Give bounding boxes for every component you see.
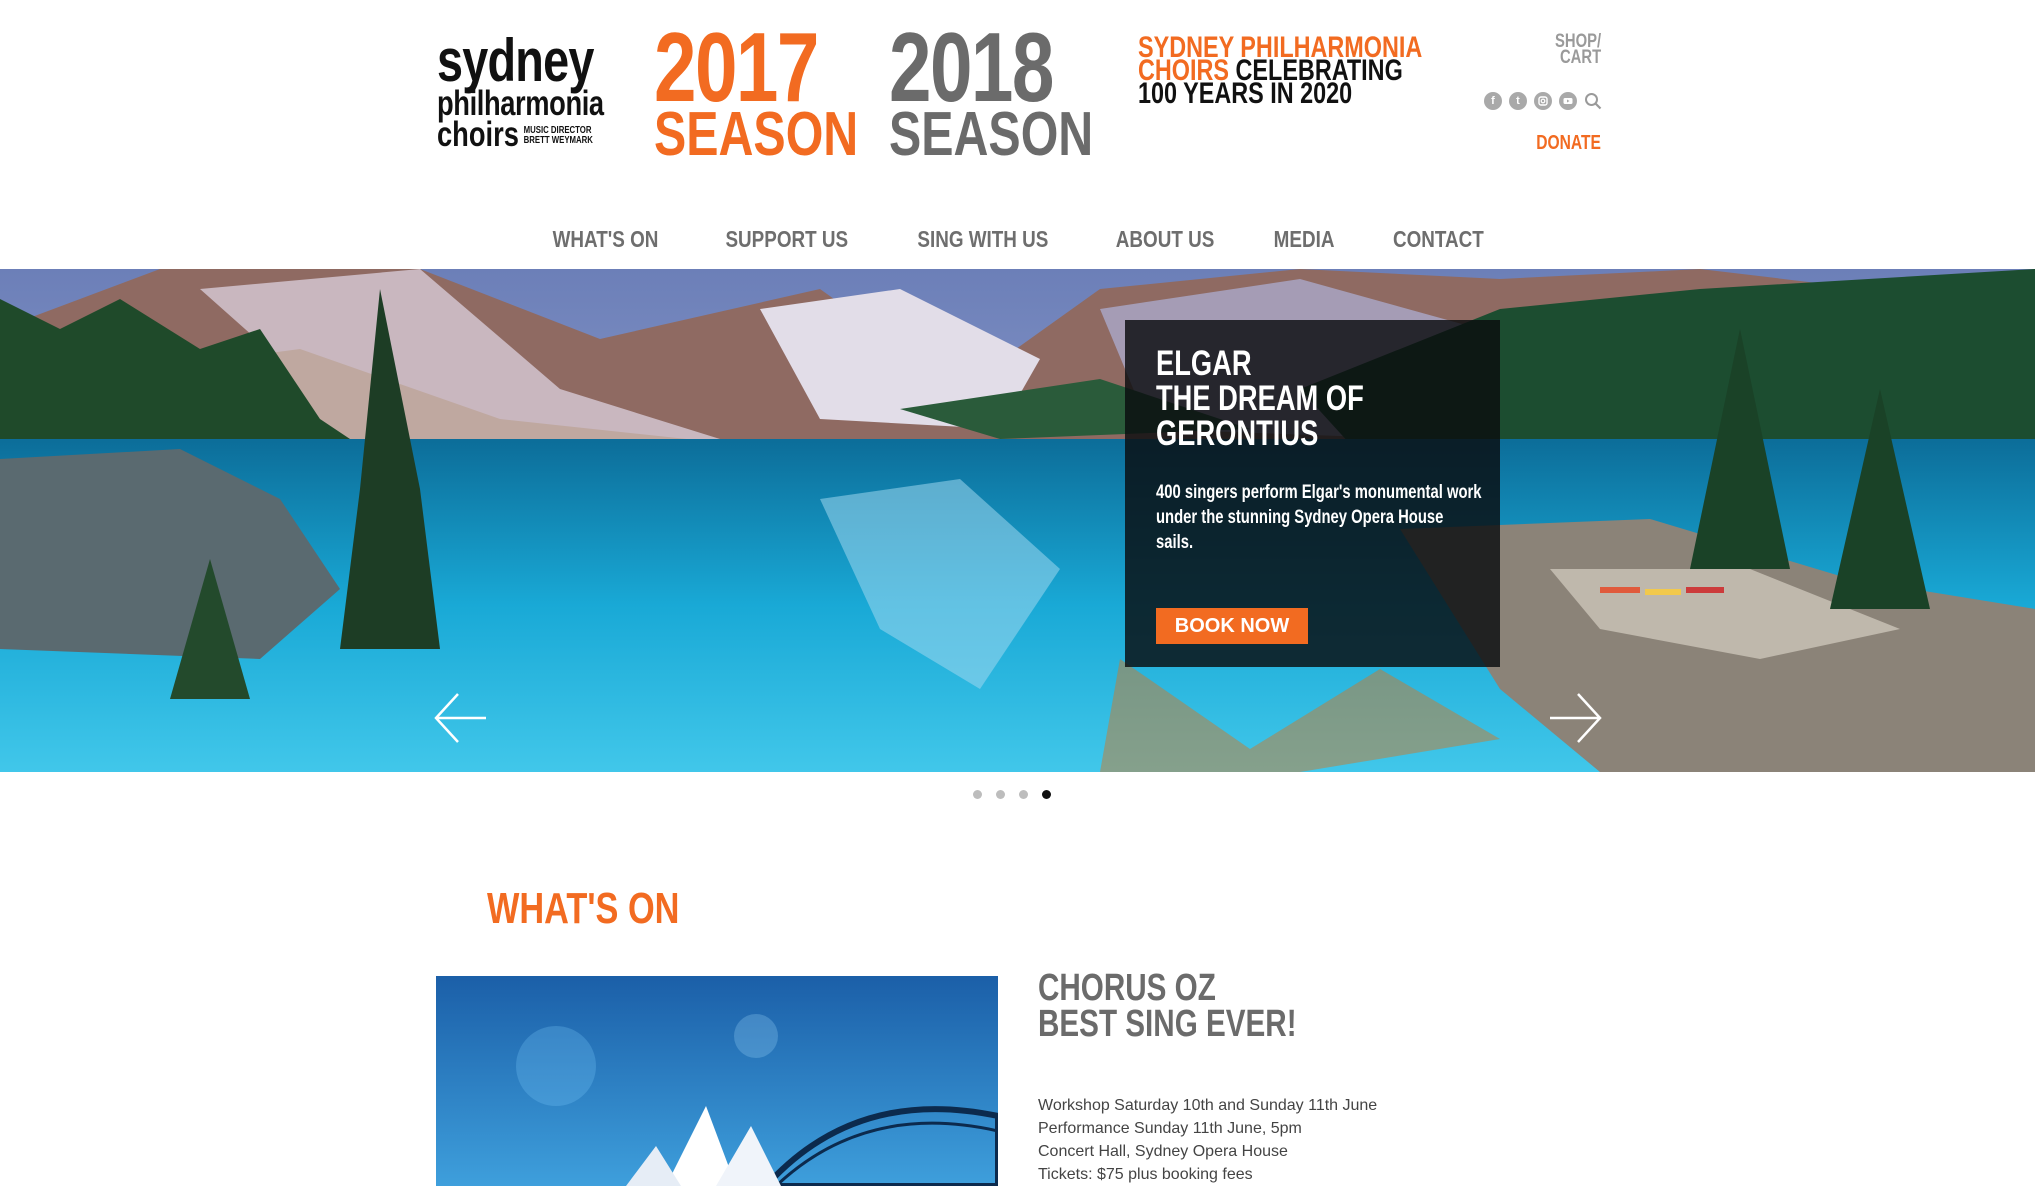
season-label: SEASON: [654, 100, 859, 169]
hero-title: ELGAR THE DREAM OF GERONTIUS: [1156, 346, 1422, 451]
music-director-name: BRETT WEYMARK: [523, 135, 593, 146]
main-nav: WHAT'S ON SUPPORT US SING WITH US ABOUT …: [0, 226, 2035, 253]
social-links: f t: [1484, 92, 1602, 110]
hero-title-line: GERONTIUS: [1156, 414, 1319, 453]
season-2017-link[interactable]: 2017 SEASON: [654, 12, 916, 169]
instagram-icon[interactable]: [1534, 92, 1552, 110]
youtube-icon[interactable]: [1559, 92, 1577, 110]
next-slide-arrow-icon[interactable]: [1548, 690, 1604, 746]
donate-link[interactable]: DONATE: [1518, 132, 1601, 155]
hero-slideshow: [0, 269, 2035, 772]
nav-item-whats-on[interactable]: WHAT'S ON: [520, 226, 691, 253]
event-detail-line: Tickets: $75 plus booking fees: [1038, 1166, 1253, 1183]
donate-label: DONATE: [1536, 132, 1601, 154]
event-detail-line: Performance Sunday 11th June, 5pm: [1038, 1120, 1302, 1137]
hero-lake-image: [0, 269, 2035, 772]
slide-indicators: [973, 790, 1051, 799]
twitter-icon[interactable]: t: [1509, 92, 1527, 110]
book-now-button[interactable]: BOOK NOW: [1156, 608, 1308, 644]
site-logo[interactable]: sydney philharmonia choirs MUSIC DIRECTOR…: [437, 27, 637, 154]
hero-description-text: 400 singers perform Elgar's monumental w…: [1156, 482, 1482, 553]
slide-dot-active[interactable]: [1042, 790, 1051, 799]
nav-item-sing-with-us[interactable]: SING WITH US: [882, 226, 1084, 253]
season-2018-link[interactable]: 2018 SEASON: [889, 12, 1151, 169]
slide-dot[interactable]: [1019, 790, 1028, 799]
hero-caption: ELGAR THE DREAM OF GERONTIUS 400 singers…: [1125, 320, 1500, 667]
nav-label: SING WITH US: [917, 226, 1049, 252]
search-icon[interactable]: [1584, 92, 1602, 110]
shop-cart-link[interactable]: SHOP/ CART: [1542, 32, 1601, 68]
nav-label: ABOUT US: [1115, 226, 1215, 252]
logo-line-3: choirs MUSIC DIRECTOR BRETT WEYMARK: [437, 117, 604, 152]
event-title-line: BEST SING EVER!: [1038, 1003, 1297, 1045]
logo-line-3-text: choirs: [437, 115, 519, 154]
facebook-icon[interactable]: f: [1484, 92, 1502, 110]
nav-label: MEDIA: [1273, 226, 1335, 252]
event-title-line: CHORUS OZ: [1038, 967, 1216, 1009]
nav-item-support-us[interactable]: SUPPORT US: [691, 226, 883, 253]
centenary-banner[interactable]: SYDNEY PHILHARMONIA CHOIRS CELEBRATING 1…: [1138, 33, 1502, 109]
hero-description: 400 singers perform Elgar's monumental w…: [1156, 480, 1496, 555]
hero-title-line: THE DREAM OF: [1156, 379, 1364, 418]
nav-item-about-us[interactable]: ABOUT US: [1084, 226, 1246, 253]
opera-house-image: [436, 976, 998, 1186]
nav-label: WHAT'S ON: [552, 226, 659, 252]
logo-wordmark: sydney philharmonia choirs MUSIC DIRECTOR…: [437, 27, 604, 153]
event-detail-line: Concert Hall, Sydney Opera House: [1038, 1143, 1288, 1160]
previous-slide-arrow-icon[interactable]: [432, 690, 488, 746]
event-image[interactable]: [436, 976, 998, 1186]
whats-on-heading-text: WHAT'S ON: [487, 884, 680, 933]
music-director-credit: MUSIC DIRECTOR BRETT WEYMARK: [524, 126, 593, 146]
season-label: SEASON: [889, 100, 1094, 169]
hero-title-line: ELGAR: [1156, 344, 1252, 383]
season-year: 2017: [654, 12, 819, 122]
nav-item-contact[interactable]: CONTACT: [1362, 226, 1515, 253]
season-year: 2018: [889, 12, 1054, 122]
slide-dot[interactable]: [996, 790, 1005, 799]
event-details: Workshop Saturday 10th and Sunday 11th J…: [1038, 1094, 1377, 1186]
nav-item-media[interactable]: MEDIA: [1246, 226, 1362, 253]
cart-label: CART: [1559, 47, 1601, 68]
event-title[interactable]: CHORUS OZ BEST SING EVER!: [1038, 967, 1370, 1045]
nav-label: SUPPORT US: [725, 226, 848, 252]
event-detail-line: Workshop Saturday 10th and Sunday 11th J…: [1038, 1097, 1378, 1114]
nav-label: CONTACT: [1393, 226, 1485, 252]
slide-dot[interactable]: [973, 790, 982, 799]
whats-on-heading: WHAT'S ON: [487, 884, 734, 934]
logo-line-1: sydney: [437, 27, 594, 94]
